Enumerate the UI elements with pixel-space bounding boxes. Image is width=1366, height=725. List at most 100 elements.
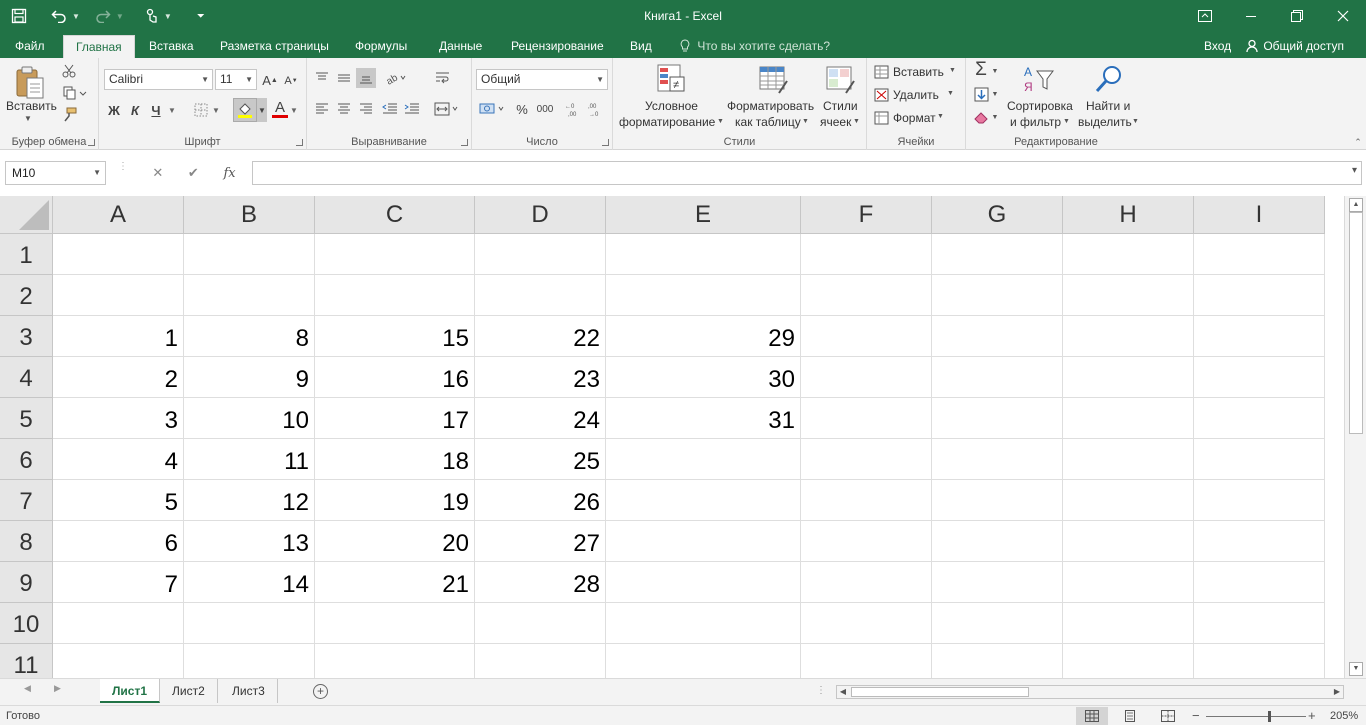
conditional-formatting-label-2[interactable]: форматирование <box>619 115 715 129</box>
cell-g7[interactable] <box>932 480 1063 521</box>
insert-function-icon[interactable]: fx <box>223 166 235 181</box>
cell-a4[interactable]: 2 <box>53 357 184 398</box>
format-as-table-label-1[interactable]: Форматировать <box>727 99 814 113</box>
sign-in-link[interactable]: Вход <box>1204 35 1231 58</box>
cell-g3[interactable] <box>932 316 1063 357</box>
scroll-down-icon[interactable]: ▼ <box>1349 662 1363 676</box>
cell-a5[interactable]: 3 <box>53 398 184 439</box>
cell-i4[interactable] <box>1194 357 1325 398</box>
chevron-down-icon[interactable]: ▼ <box>990 109 1000 125</box>
chevron-down-icon[interactable]: ▼ <box>289 102 299 118</box>
column-header-c[interactable]: C <box>315 196 475 234</box>
horizontal-scroll-thumb[interactable] <box>851 687 1029 697</box>
cell-a9[interactable]: 7 <box>53 562 184 603</box>
row-header-11[interactable]: 11 <box>0 644 53 678</box>
align-top-icon[interactable] <box>312 68 332 88</box>
find-select-label-1[interactable]: Найти и <box>1086 99 1130 113</box>
cell-e8[interactable] <box>606 521 801 562</box>
add-sheet-icon[interactable]: + <box>313 684 328 699</box>
cell-d6[interactable]: 25 <box>475 439 606 480</box>
copy-icon[interactable] <box>60 84 90 102</box>
autosum-icon[interactable]: Σ <box>972 59 990 80</box>
close-button[interactable] <box>1320 0 1366 32</box>
sheet-prev-icon[interactable]: ◀ <box>24 683 31 694</box>
sort-filter-label-2[interactable]: и фильтр <box>1010 115 1061 129</box>
worksheet-grid[interactable]: A B C D E F G H I 1 2 3 1 8 15 22 29 4 2 9 16 23 30 5 3 10 17 24 31 6… <box>0 196 1344 678</box>
cell-f6[interactable] <box>801 439 932 480</box>
tab-insert[interactable]: Вставка <box>137 35 206 58</box>
thousands-separator-button[interactable]: 000 <box>534 99 556 119</box>
name-box[interactable]: M10 ▼ <box>5 161 106 185</box>
row-header-2[interactable]: 2 <box>0 275 53 316</box>
number-format-select[interactable]: Общий ▼ <box>476 69 608 90</box>
row-header-6[interactable]: 6 <box>0 439 53 480</box>
cell-a8[interactable]: 6 <box>53 521 184 562</box>
cell-i3[interactable] <box>1194 316 1325 357</box>
font-size-select[interactable]: 11 ▼ <box>215 69 257 90</box>
cell-h3[interactable] <box>1063 316 1194 357</box>
normal-view-icon[interactable] <box>1076 707 1108 725</box>
collapse-ribbon-icon[interactable]: ⌃ <box>1352 136 1364 148</box>
minimize-button[interactable] <box>1228 0 1274 32</box>
cell-a2[interactable] <box>53 275 184 316</box>
column-header-i[interactable]: I <box>1194 196 1325 234</box>
cell-e1[interactable] <box>606 234 801 275</box>
column-header-h[interactable]: H <box>1063 196 1194 234</box>
cell-e6[interactable] <box>606 439 801 480</box>
share-button[interactable]: Общий доступ <box>1246 35 1344 58</box>
enter-icon[interactable]: ✔ <box>188 165 199 181</box>
column-header-a[interactable]: A <box>53 196 184 234</box>
cell-f8[interactable] <box>801 521 932 562</box>
decrease-decimal-icon[interactable]: ,00 →0 <box>586 99 606 119</box>
grow-font-icon[interactable]: A ▲ <box>261 70 279 90</box>
conditional-formatting-icon[interactable]: ≠ <box>653 62 689 96</box>
dialog-launcher-icon[interactable] <box>88 139 95 146</box>
cell-styles-label-1[interactable]: Стили <box>823 99 858 113</box>
underline-button[interactable]: Ч <box>147 100 165 120</box>
select-all-corner[interactable] <box>0 196 53 234</box>
currency-icon[interactable] <box>477 99 509 119</box>
cell-i8[interactable] <box>1194 521 1325 562</box>
chevron-down-icon[interactable]: ▼ <box>257 98 267 122</box>
increase-indent-icon[interactable] <box>402 99 422 119</box>
cell-h1[interactable] <box>1063 234 1194 275</box>
scroll-left-icon[interactable]: ◀ <box>837 686 849 698</box>
cell-d4[interactable]: 23 <box>475 357 606 398</box>
chevron-down-icon[interactable]: ▼ <box>93 162 101 184</box>
paste-button-label[interactable]: Вставить <box>6 99 57 113</box>
row-header-3[interactable]: 3 <box>0 316 53 357</box>
row-header-4[interactable]: 4 <box>0 357 53 398</box>
insert-cells-button[interactable]: Вставить <box>893 65 944 79</box>
tab-data[interactable]: Данные <box>427 35 494 58</box>
cell-h4[interactable] <box>1063 357 1194 398</box>
cell-h9[interactable] <box>1063 562 1194 603</box>
cell-b8[interactable]: 13 <box>184 521 315 562</box>
cell-d1[interactable] <box>475 234 606 275</box>
delete-cells-button[interactable]: Удалить <box>893 88 939 102</box>
cell-g10[interactable] <box>932 603 1063 644</box>
fill-down-icon[interactable] <box>972 84 990 104</box>
cancel-icon[interactable]: ✕ <box>152 165 163 181</box>
page-break-view-icon[interactable] <box>1152 707 1184 725</box>
cell-g11[interactable] <box>932 644 1063 678</box>
cell-e3[interactable]: 29 <box>606 316 801 357</box>
cell-c4[interactable]: 16 <box>315 357 475 398</box>
cell-styles-icon[interactable] <box>823 62 857 96</box>
cell-e11[interactable] <box>606 644 801 678</box>
cell-i6[interactable] <box>1194 439 1325 480</box>
find-select-label-2[interactable]: выделить <box>1078 115 1132 129</box>
cell-e7[interactable] <box>606 480 801 521</box>
cell-f3[interactable] <box>801 316 932 357</box>
chevron-down-icon[interactable]: ▼ <box>802 118 809 125</box>
cut-icon[interactable] <box>60 62 78 80</box>
cell-h7[interactable] <box>1063 480 1194 521</box>
chevron-down-icon[interactable]: ▼ <box>990 86 1000 102</box>
align-center-icon[interactable] <box>334 99 354 119</box>
sort-filter-label-1[interactable]: Сортировка <box>1007 99 1073 113</box>
cell-f1[interactable] <box>801 234 932 275</box>
vertical-scrollbar[interactable]: ▲ ▼ <box>1344 196 1366 678</box>
font-name-select[interactable]: Calibri ▼ <box>104 69 213 90</box>
cell-f10[interactable] <box>801 603 932 644</box>
format-cells-button[interactable]: Формат <box>893 111 936 125</box>
cell-i11[interactable] <box>1194 644 1325 678</box>
